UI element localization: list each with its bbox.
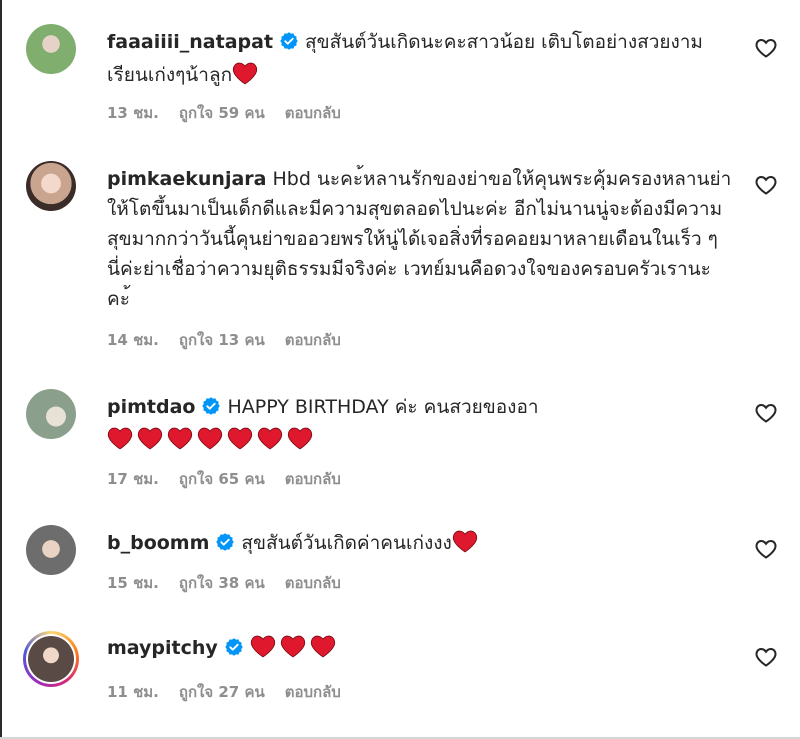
- story-ring: [26, 634, 76, 684]
- red-heart-emoji: [107, 427, 133, 450]
- comment-time: 11 ชม.: [107, 683, 159, 701]
- comment-time: 15 ชม.: [107, 574, 159, 592]
- avatar[interactable]: [23, 631, 79, 687]
- heart-outline-icon[interactable]: [754, 537, 778, 561]
- avatar[interactable]: [26, 161, 76, 211]
- red-heart-emoji: [287, 427, 313, 450]
- avatar[interactable]: [26, 389, 76, 439]
- window-left-border: [0, 0, 2, 739]
- comment-time: 14 ชม.: [107, 331, 159, 349]
- heart-emoji-group: [452, 530, 482, 562]
- reply-button[interactable]: ตอบกลับ: [285, 470, 341, 488]
- heart-outline-icon[interactable]: [754, 36, 778, 60]
- verified-badge-icon: [224, 636, 244, 666]
- avatar[interactable]: [26, 24, 76, 74]
- heart-emoji-group: [232, 62, 262, 94]
- verified-badge-icon: [279, 30, 299, 60]
- reply-button[interactable]: ตอบกลับ: [285, 331, 341, 349]
- heart-emoji-group: [250, 635, 340, 667]
- comment-time: 13 ชม.: [107, 104, 159, 122]
- red-heart-emoji: [227, 427, 253, 450]
- comment-likes[interactable]: ถูกใจ 59 คน: [179, 104, 265, 122]
- avatar[interactable]: [26, 525, 76, 575]
- comment-time: 17 ชม.: [107, 470, 159, 488]
- comment-likes[interactable]: ถูกใจ 38 คน: [179, 574, 265, 592]
- red-heart-emoji: [310, 635, 335, 658]
- red-heart-emoji: [452, 530, 477, 553]
- comment-username[interactable]: maypitchy: [107, 637, 218, 659]
- red-heart-emoji: [232, 62, 258, 85]
- red-heart-emoji: [137, 427, 163, 450]
- comment-text: HAPPY BIRTHDAY ค่ะ คนสวยของอา: [227, 396, 539, 418]
- comment-text: สุขสันต์วันเกิดค่าคนเก่งงง: [241, 532, 452, 554]
- red-heart-emoji: [257, 427, 283, 450]
- reply-button[interactable]: ตอบกลับ: [285, 574, 341, 592]
- red-heart-emoji: [167, 427, 193, 450]
- comment-likes[interactable]: ถูกใจ 13 คน: [179, 331, 265, 349]
- comment-username[interactable]: b_boomm: [107, 532, 209, 554]
- red-heart-emoji: [280, 635, 305, 658]
- heart-emoji-group: [107, 427, 317, 459]
- heart-outline-icon[interactable]: [754, 173, 778, 197]
- verified-badge-icon: [201, 395, 221, 425]
- comment-username[interactable]: pimkaekunjara: [107, 168, 266, 190]
- comment-likes[interactable]: ถูกใจ 27 คน: [179, 683, 265, 701]
- red-heart-emoji: [197, 427, 223, 450]
- heart-outline-icon[interactable]: [754, 645, 778, 669]
- reply-button[interactable]: ตอบกลับ: [285, 104, 341, 122]
- comment-username[interactable]: pimtdao: [107, 396, 195, 418]
- heart-outline-icon[interactable]: [754, 401, 778, 425]
- red-heart-emoji: [250, 635, 275, 658]
- reply-button[interactable]: ตอบกลับ: [285, 683, 341, 701]
- comment-likes[interactable]: ถูกใจ 65 คน: [179, 470, 265, 488]
- verified-badge-icon: [215, 531, 235, 561]
- comment-username[interactable]: faaaiiii_natapat: [107, 31, 273, 53]
